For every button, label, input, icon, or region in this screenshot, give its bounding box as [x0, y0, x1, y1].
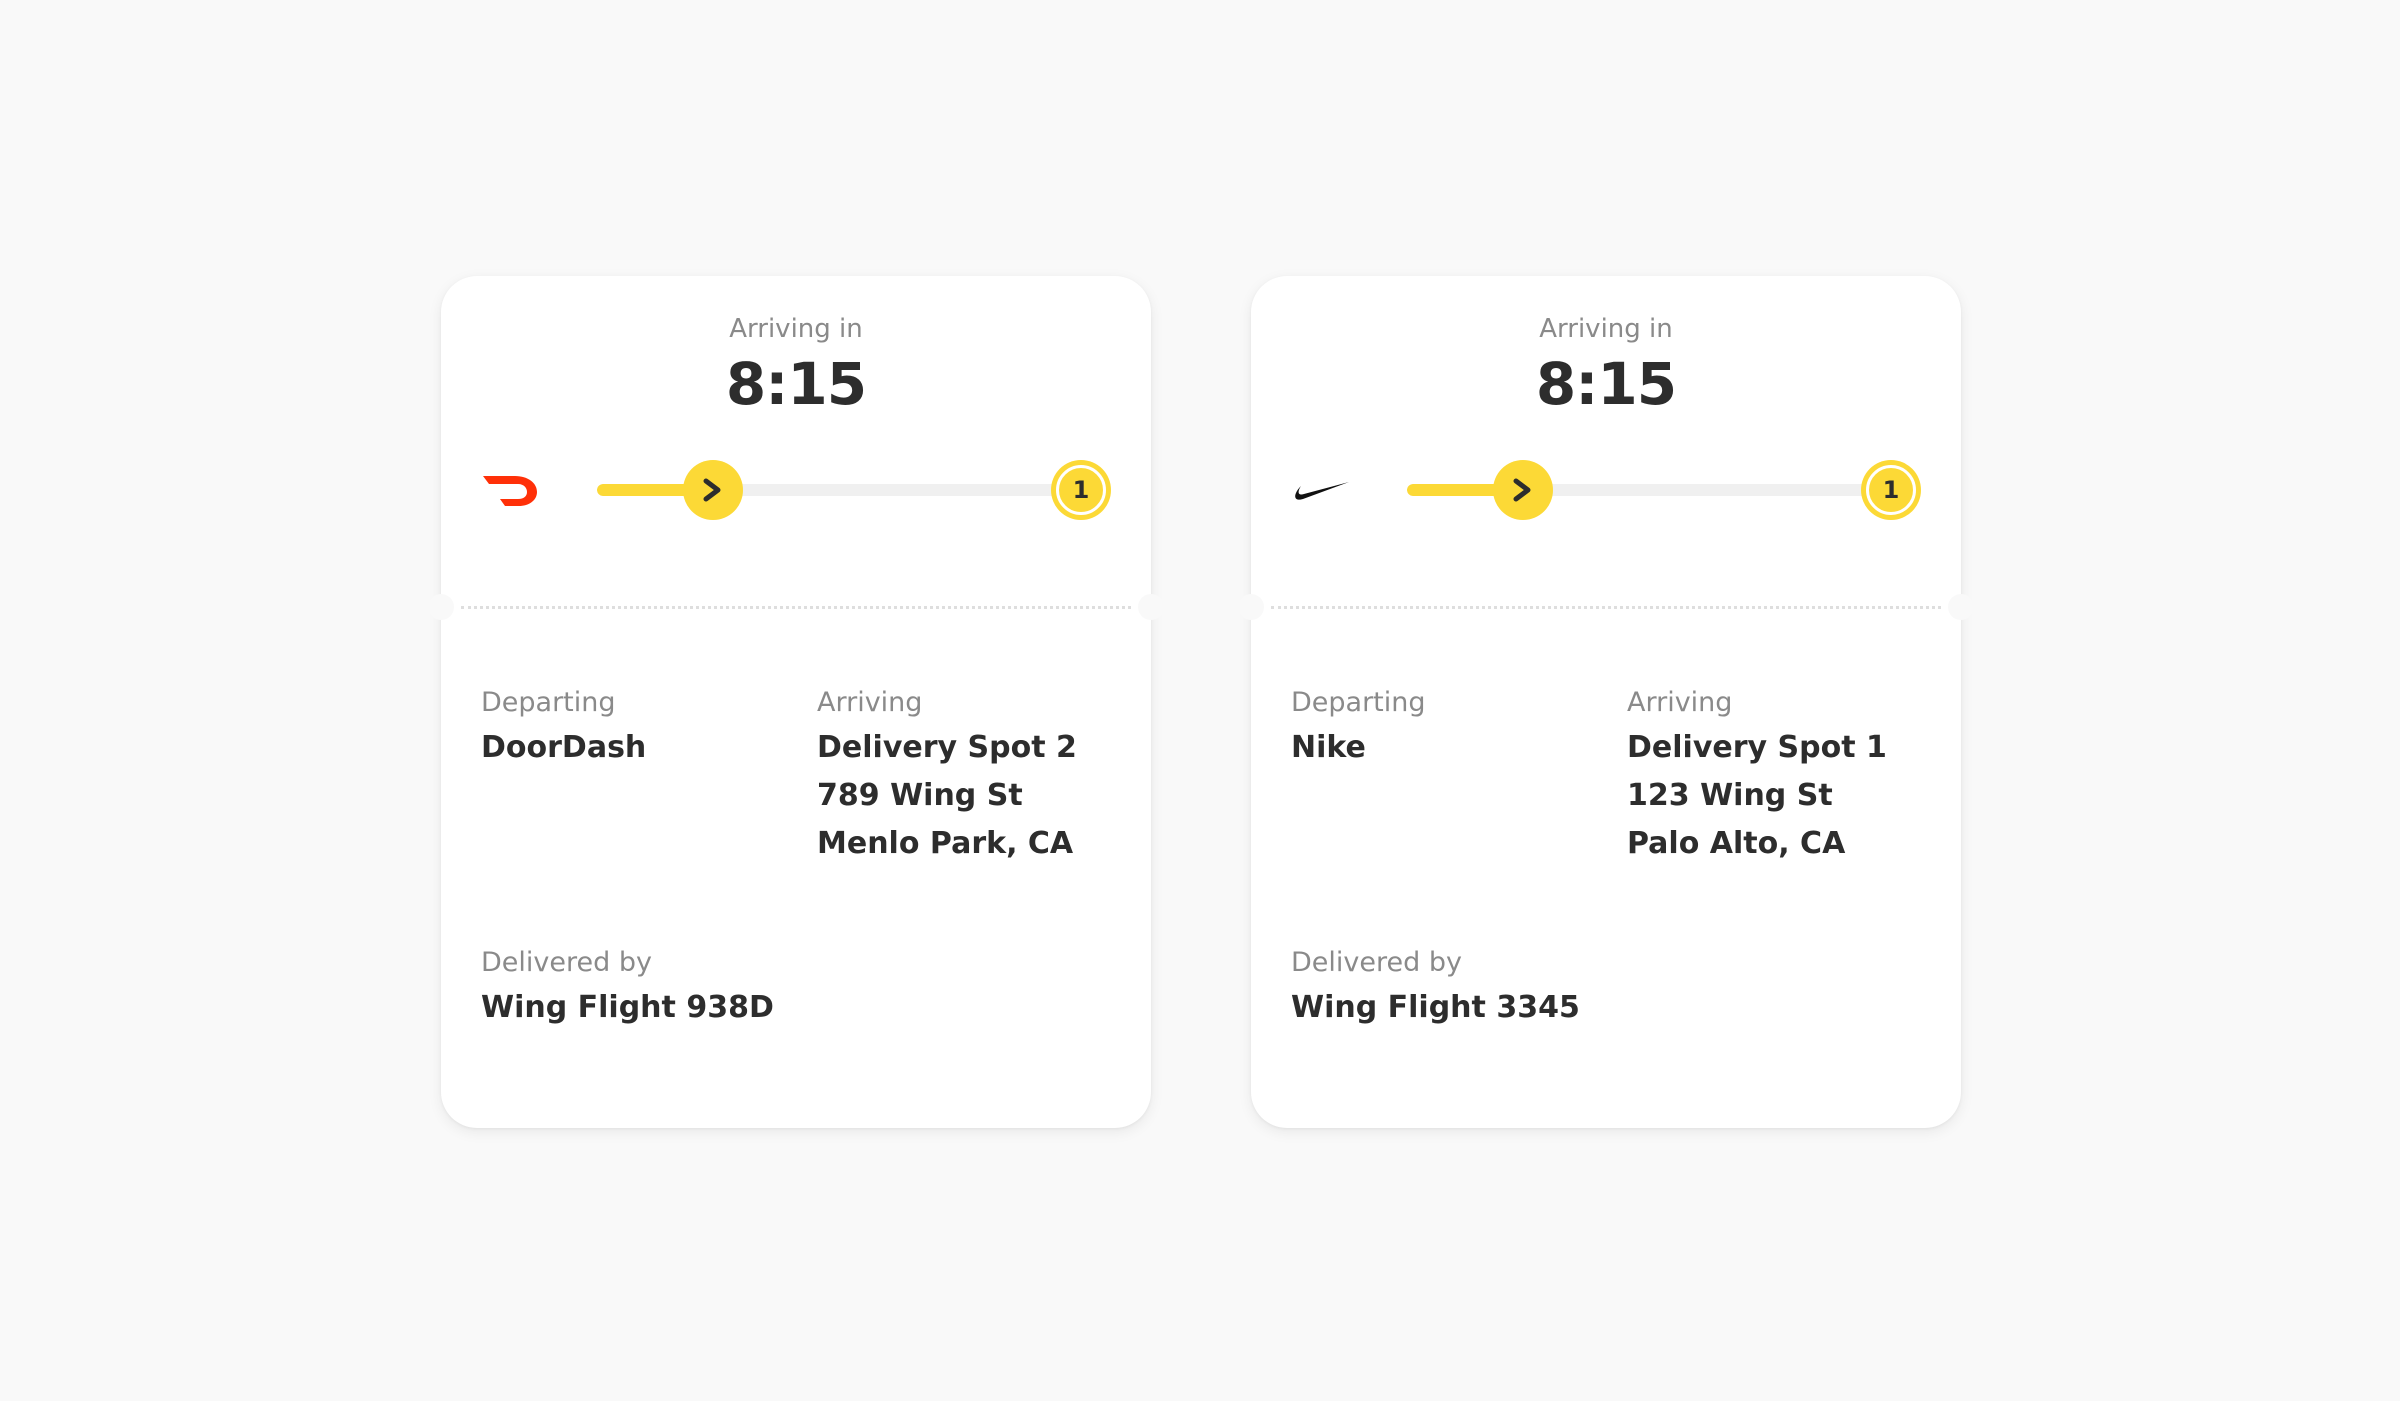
delivered-by-value: Wing Flight 938D — [481, 990, 774, 1025]
dotted-divider — [461, 606, 1131, 609]
delivered-by-section: Delivered by Wing Flight 3345 — [1291, 946, 1580, 1032]
arriving-section: Arriving Delivery Spot 2 789 Wing St Men… — [817, 686, 1077, 868]
page: Arriving in 8:15 1 Departing DoorDash Ar… — [0, 0, 2400, 1401]
arriving-city: Palo Alto, CA — [1627, 826, 1846, 861]
destination-number: 1 — [1866, 465, 1916, 515]
dotted-divider — [1271, 606, 1941, 609]
chevron-right-icon — [1513, 478, 1531, 502]
progress-track — [597, 484, 1071, 496]
destination-marker: 1 — [1051, 460, 1111, 520]
ticket-notch-right — [1948, 594, 1974, 620]
arriving-city: Menlo Park, CA — [817, 826, 1074, 861]
departing-label: Departing — [1291, 687, 1426, 718]
arriving-section: Arriving Delivery Spot 1 123 Wing St Pal… — [1627, 686, 1887, 868]
nike-swoosh-icon — [1295, 482, 1349, 500]
ticket-notch-left — [1238, 594, 1264, 620]
ticket-notch-left — [428, 594, 454, 620]
departing-value: Nike — [1291, 730, 1366, 765]
arriving-spot-name: Delivery Spot 2 — [817, 730, 1077, 765]
delivered-by-section: Delivered by Wing Flight 938D — [481, 946, 774, 1032]
delivered-by-value: Wing Flight 3345 — [1291, 990, 1580, 1025]
arriving-street: 123 Wing St — [1627, 778, 1833, 813]
delivery-progress: 1 — [1291, 460, 1921, 520]
drone-position-marker — [1493, 460, 1553, 520]
arriving-street: 789 Wing St — [817, 778, 1023, 813]
arriving-spot: Delivery Spot 1 123 Wing St Palo Alto, C… — [1627, 724, 1887, 868]
arriving-spot-name: Delivery Spot 1 — [1627, 730, 1887, 765]
drone-position-marker — [683, 460, 743, 520]
doordash-logo-icon — [483, 476, 537, 506]
arriving-spot: Delivery Spot 2 789 Wing St Menlo Park, … — [817, 724, 1077, 868]
delivered-by-label: Delivered by — [481, 947, 652, 978]
arriving-label: Arriving in — [1539, 314, 1673, 344]
arriving-time: 8:15 — [725, 350, 867, 418]
arriving-time: 8:15 — [1535, 350, 1677, 418]
destination-marker: 1 — [1861, 460, 1921, 520]
departing-section: Departing DoorDash — [481, 686, 646, 772]
destination-number: 1 — [1056, 465, 1106, 515]
arriving-section-label: Arriving — [817, 687, 923, 718]
ticket-notch-right — [1138, 594, 1164, 620]
delivery-progress: 1 — [481, 460, 1111, 520]
departing-label: Departing — [481, 687, 616, 718]
chevron-right-icon — [703, 478, 721, 502]
delivered-by-label: Delivered by — [1291, 947, 1462, 978]
departing-value: DoorDash — [481, 730, 647, 765]
arriving-label: Arriving in — [729, 314, 863, 344]
arriving-section-label: Arriving — [1627, 687, 1733, 718]
progress-track — [1407, 484, 1881, 496]
delivery-card-doordash[interactable]: Arriving in 8:15 1 Departing DoorDash Ar… — [428, 276, 1164, 1128]
departing-section: Departing Nike — [1291, 686, 1426, 772]
delivery-card-nike[interactable]: Arriving in 8:15 1 Departing Nike Arrivi… — [1238, 276, 1974, 1128]
